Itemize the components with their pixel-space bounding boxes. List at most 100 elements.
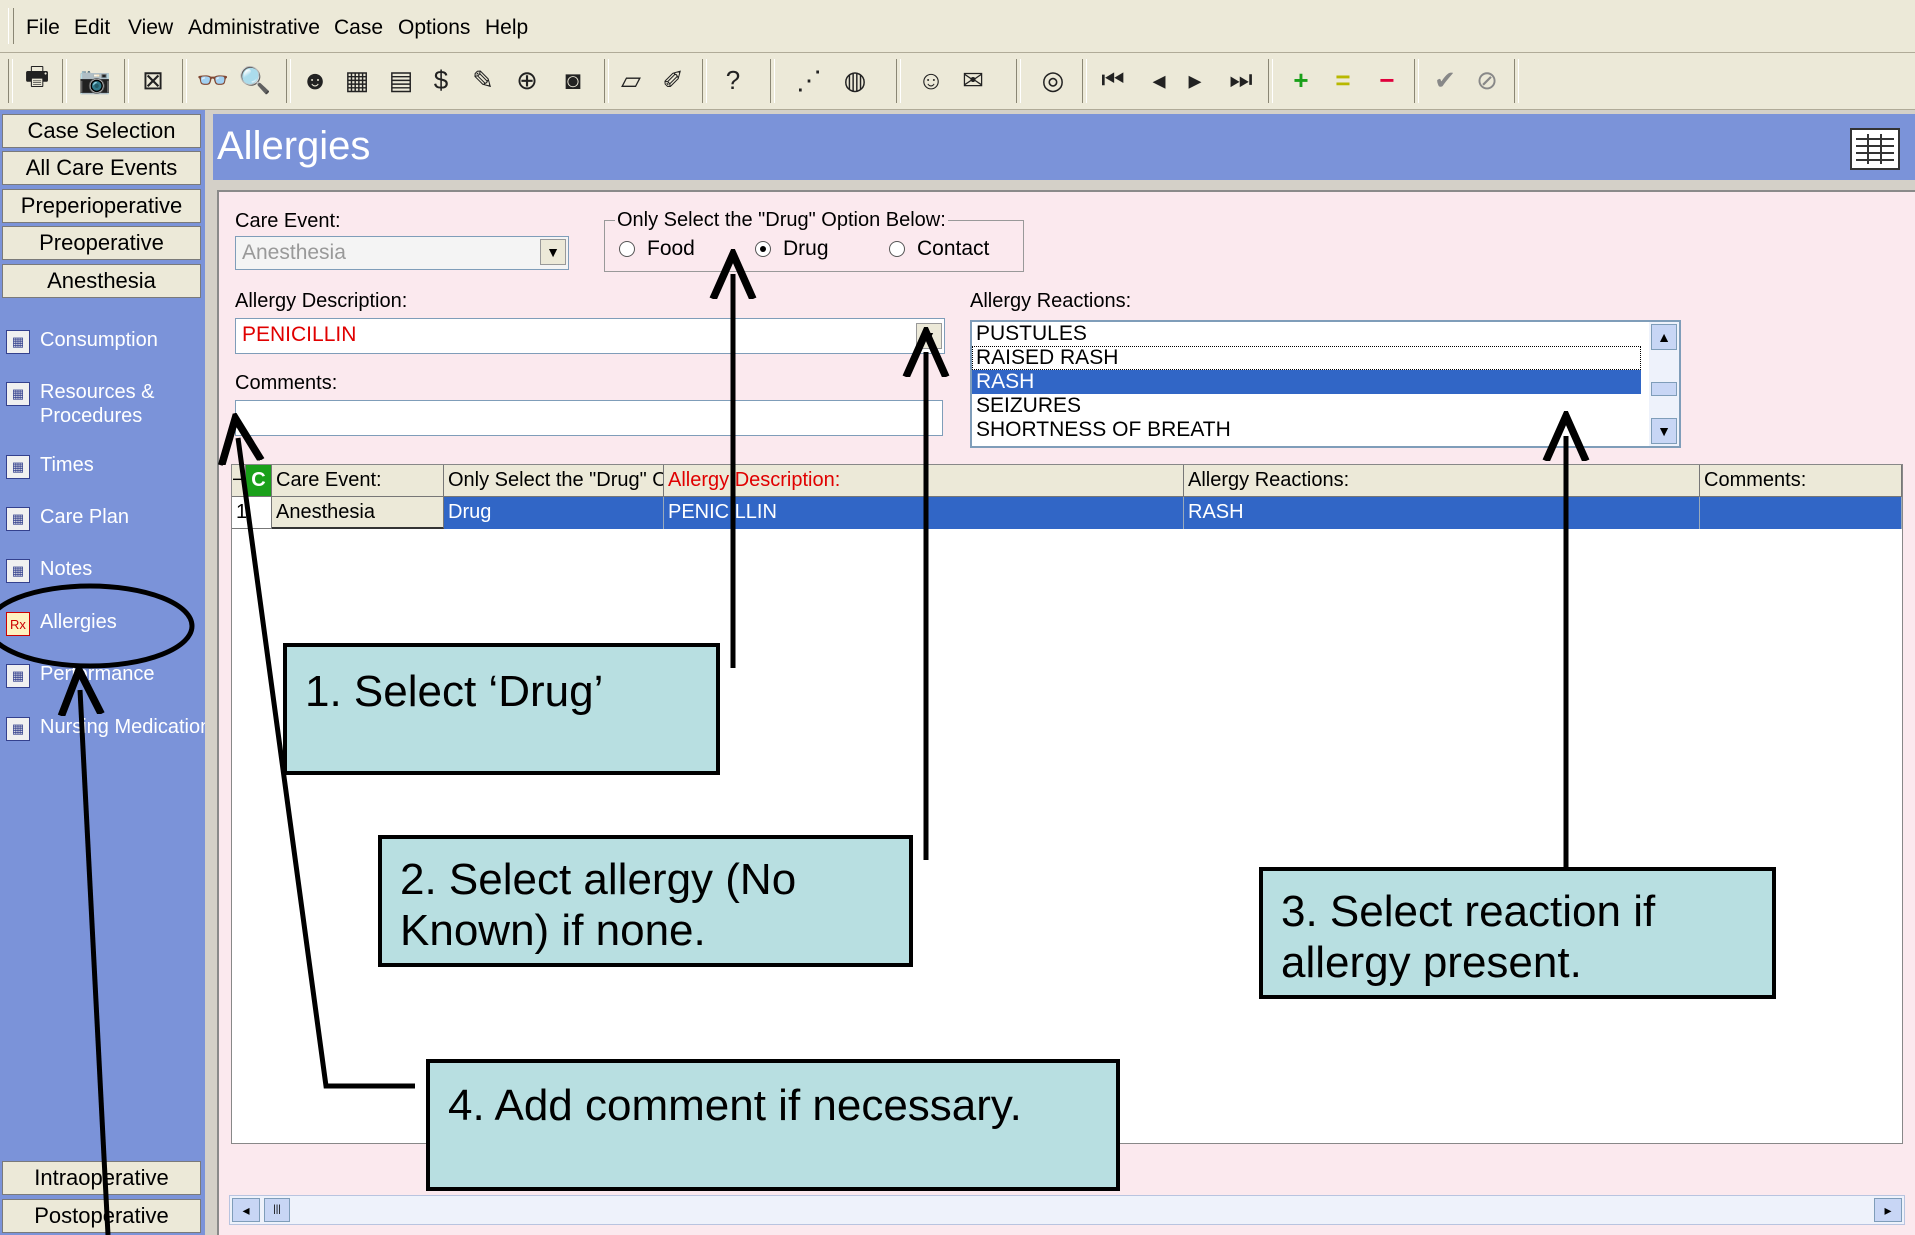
users-icon[interactable]: ☺ bbox=[914, 63, 948, 97]
list-item-selected[interactable]: RASH bbox=[972, 370, 1641, 394]
column-header-comments[interactable]: Comments: bbox=[1700, 465, 1902, 497]
allergy-description-value: PENICILLIN bbox=[242, 323, 357, 346]
list-item[interactable]: PUSTULES bbox=[972, 322, 1641, 346]
list-item[interactable]: SEIZURES bbox=[972, 394, 1641, 418]
nav-case-selection[interactable]: Case Selection bbox=[2, 114, 201, 148]
radio-food[interactable]: Food bbox=[619, 237, 695, 261]
column-header-allergy-reactions[interactable]: Allergy Reactions: bbox=[1184, 465, 1700, 497]
wand-icon[interactable]: ⋰ bbox=[792, 63, 826, 97]
nav-intraoperative[interactable]: Intraoperative bbox=[2, 1161, 201, 1195]
comments-field[interactable] bbox=[235, 400, 943, 436]
grid-view-icon[interactable] bbox=[1850, 128, 1900, 170]
note-icon[interactable]: ✉ bbox=[956, 63, 990, 97]
sidebar-item-resources-procedures[interactable]: ▦ Resources & Procedures bbox=[6, 380, 176, 428]
table-cell-reaction[interactable]: RASH bbox=[1184, 497, 1700, 529]
menu-bar: File Edit View Administrative Case Optio… bbox=[0, 0, 1915, 53]
chevron-up-icon[interactable]: ▲ bbox=[1651, 324, 1677, 350]
menu-options[interactable]: Options bbox=[398, 16, 470, 40]
radio-drug[interactable]: Drug bbox=[755, 237, 829, 261]
nav-preperioperative[interactable]: Preperioperative bbox=[2, 189, 201, 223]
person-icon[interactable]: ☻ bbox=[298, 63, 332, 97]
nav-preoperative[interactable]: Preoperative bbox=[2, 226, 201, 260]
eraser-icon[interactable]: ▱ bbox=[614, 63, 648, 97]
menu-view[interactable]: View bbox=[128, 16, 173, 40]
toolbar-separator bbox=[1268, 59, 1273, 103]
sidebar-item-notes[interactable]: ▦ Notes bbox=[6, 557, 92, 583]
document-search-icon[interactable]: ▤ bbox=[384, 63, 418, 97]
chevron-right-icon[interactable]: ▸ bbox=[1874, 1198, 1902, 1222]
cancel-icon[interactable]: ⊘ bbox=[1470, 63, 1504, 97]
sidebar-item-nursing-medication[interactable]: ▦ Nursing Medication bbox=[6, 715, 205, 741]
menu-file[interactable]: File bbox=[26, 16, 60, 40]
print-icon[interactable]: 🖶 bbox=[20, 61, 54, 97]
equals-icon[interactable]: = bbox=[1326, 63, 1360, 97]
horizontal-scrollbar[interactable]: ◂ ||| ▸ bbox=[229, 1195, 1905, 1225]
zoom-icon[interactable]: ⊕ bbox=[510, 63, 544, 97]
last-record-icon[interactable]: ⏭ bbox=[1224, 63, 1258, 97]
nav-postoperative[interactable]: Postoperative bbox=[2, 1199, 201, 1233]
pen-icon[interactable]: ✎ bbox=[466, 63, 500, 97]
sidebar-item-care-plan[interactable]: ▦ Care Plan bbox=[6, 505, 129, 531]
camera-icon[interactable]: 📷 bbox=[78, 63, 112, 97]
menu-case[interactable]: Case bbox=[334, 16, 383, 40]
row-number: 1 bbox=[232, 497, 272, 529]
column-header-care-event[interactable]: Care Event: bbox=[272, 465, 444, 497]
first-record-icon[interactable]: ⏮ bbox=[1096, 63, 1130, 97]
previous-record-icon[interactable]: ◂ bbox=[1142, 63, 1176, 97]
table-cell-comments[interactable] bbox=[1700, 497, 1902, 529]
scrollbar-thumb[interactable] bbox=[1651, 382, 1677, 396]
add-record-icon[interactable]: + bbox=[1284, 63, 1318, 97]
allergies-table: − C Care Event: Only Select the "Drug" O… bbox=[231, 464, 1903, 1144]
nav-anesthesia[interactable]: Anesthesia bbox=[2, 264, 201, 298]
radio-button[interactable] bbox=[889, 241, 905, 257]
list-item[interactable]: SHORTNESS OF BREATH bbox=[972, 418, 1641, 442]
chevron-left-icon[interactable]: ◂ bbox=[232, 1198, 260, 1222]
search-icon[interactable]: ◎ bbox=[1036, 63, 1070, 97]
radio-button-selected[interactable] bbox=[755, 241, 771, 257]
accept-icon[interactable]: ✔ bbox=[1428, 63, 1462, 97]
preview-icon[interactable]: 🔍 bbox=[238, 63, 272, 97]
chevron-down-icon[interactable]: ▼ bbox=[916, 323, 942, 349]
reactions-scrollbar[interactable]: ▲ ▼ bbox=[1649, 322, 1679, 446]
table-cell-type[interactable]: Drug bbox=[444, 497, 664, 529]
calculator-icon[interactable]: ▦ bbox=[340, 63, 374, 97]
column-chooser-icon[interactable]: C bbox=[246, 465, 272, 497]
help-icon[interactable]: ? bbox=[716, 63, 750, 97]
dollar-icon[interactable]: $ bbox=[424, 63, 458, 97]
page-title: Allergies bbox=[217, 124, 371, 168]
chevron-down-icon[interactable]: ▼ bbox=[1651, 418, 1677, 444]
next-record-icon[interactable]: ▸ bbox=[1178, 63, 1212, 97]
glasses-icon[interactable]: 👓 bbox=[196, 63, 230, 97]
table-cell-description[interactable]: PENICILLIN bbox=[664, 497, 1184, 529]
sidebar-item-performance[interactable]: ▦ Performance bbox=[6, 662, 155, 688]
list-item[interactable]: RAISED RASH bbox=[972, 346, 1641, 370]
radio-contact[interactable]: Contact bbox=[889, 237, 989, 261]
sidebar-item-consumption[interactable]: ▦ Consumption bbox=[6, 328, 158, 354]
radio-button[interactable] bbox=[619, 241, 635, 257]
menu-administrative[interactable]: Administrative bbox=[188, 16, 320, 40]
allergy-description-select[interactable]: PENICILLIN ▼ bbox=[235, 318, 945, 354]
brush-icon[interactable]: ✐ bbox=[656, 63, 690, 97]
nav-all-care-events[interactable]: All Care Events bbox=[2, 151, 201, 185]
sidebar-item-allergies[interactable]: Rx Allergies bbox=[6, 610, 117, 636]
care-event-value: Anesthesia bbox=[242, 241, 346, 264]
column-header-type[interactable]: Only Select the "Drug" Option Below: bbox=[444, 465, 664, 497]
grid-icon: ▦ bbox=[6, 507, 30, 531]
care-event-select[interactable]: Anesthesia ▼ bbox=[235, 236, 569, 270]
page-header: Allergies bbox=[213, 114, 1915, 180]
remove-record-icon[interactable]: − bbox=[1370, 63, 1404, 97]
table-cell-care-event[interactable]: Anesthesia bbox=[272, 497, 444, 529]
sidebar-item-label: Care Plan bbox=[40, 506, 129, 528]
menu-edit[interactable]: Edit bbox=[74, 16, 110, 40]
row-selector-header[interactable]: − bbox=[232, 465, 246, 497]
menu-help[interactable]: Help bbox=[485, 16, 528, 40]
column-header-allergy-description[interactable]: Allergy Description: bbox=[664, 465, 1184, 497]
allergy-reactions-list[interactable]: PUSTULES RAISED RASH RASH SEIZURES SHORT… bbox=[970, 320, 1681, 448]
sidebar-item-times[interactable]: ▦ Times bbox=[6, 453, 94, 479]
callout-step-3: 3. Select reaction if allergy present. bbox=[1259, 867, 1776, 999]
globe-icon[interactable]: ◍ bbox=[838, 63, 872, 97]
delete-case-icon[interactable]: ⊠ bbox=[136, 63, 170, 97]
scrollbar-thumb[interactable]: ||| bbox=[264, 1198, 290, 1222]
chevron-down-icon[interactable]: ▼ bbox=[540, 239, 566, 265]
clock-icon[interactable]: ◙ bbox=[556, 63, 590, 97]
